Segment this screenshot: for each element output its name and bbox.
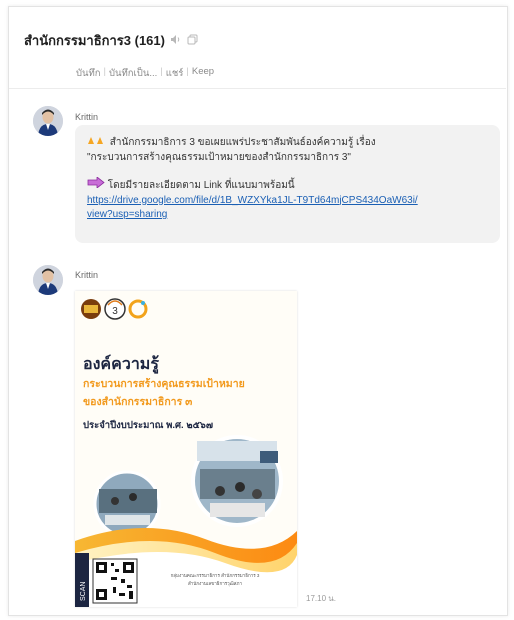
sender-name: Krittin [75,270,99,280]
drive-link-cont[interactable]: view?usp=sharing [87,209,167,220]
divider [9,88,506,89]
arrow-right-emoji-icon [87,176,108,191]
copy-icon[interactable] [187,34,198,48]
chat-tab-bar: บันทึก | บันทึกเป็น... | แชร์ | Keep [76,66,215,81]
poster-graphic: 3 องค์ความรู้ กระบวนการสร้างคุณธรรมเป้าห… [75,291,297,607]
chat-header: สำนักกรรมาธิการ3 (161) [24,30,198,51]
poster-footer: กลุ่มงานคณะกรรมาธิการ สำนักกรรมาธิการ 3 [171,572,260,579]
poster-badge: 3 [112,306,118,317]
avatar-icon [33,106,63,136]
message-timestamp: 17.10 น. [306,594,336,603]
poster-footer: สำนักงานเลขาธิการวุฒิสภา [188,580,242,587]
tab-save[interactable]: บันทึก [76,66,101,81]
avatar[interactable] [33,106,63,136]
scan-label: SCAN [80,582,87,601]
poster-title: องค์ความรู้ [83,354,159,375]
message-bubble: สำนักกรรมาธิการ 3 ขอเผยแพร่ประชาสัมพันธ์… [75,125,500,243]
tab-save-as[interactable]: บันทึกเป็น... [109,66,157,81]
poster-subtitle: กระบวนการสร้างคุณธรรมเป้าหมาย [83,377,245,391]
message-line: สำนักกรรมาธิการ 3 ขอเผยแพร่ประชาสัมพันธ์… [87,135,488,151]
qr-code-icon [92,558,138,604]
tab-keep[interactable]: Keep [192,66,214,81]
sender-name: Krittin [75,112,99,122]
poster-image[interactable]: 3 องค์ความรู้ กระบวนการสร้างคุณธรรมเป้าห… [75,291,297,607]
hands-emoji-icon [87,137,110,148]
message-line: โดยมีรายละเอียดตาม Link ที่แนบมาพร้อมนี้ [87,176,488,194]
poster-fiscal: ประจำปีงบประมาณ พ.ศ. ๒๕๖๗ [83,419,213,431]
avatar[interactable] [33,265,63,295]
message-line: "กระบวนการสร้างคุณธรรมเป้าหมายของสำนักกร… [87,151,351,163]
poster-subtitle: ของสำนักกรรมาธิการ ๓ [83,396,192,408]
avatar-icon [33,265,63,295]
page-title: สำนักกรรมาธิการ3 (161) [24,33,165,48]
tab-share[interactable]: แชร์ [166,66,184,81]
drive-link[interactable]: https://drive.google.com/file/d/1B_WZXYk… [87,195,418,206]
speaker-icon[interactable] [170,34,182,48]
